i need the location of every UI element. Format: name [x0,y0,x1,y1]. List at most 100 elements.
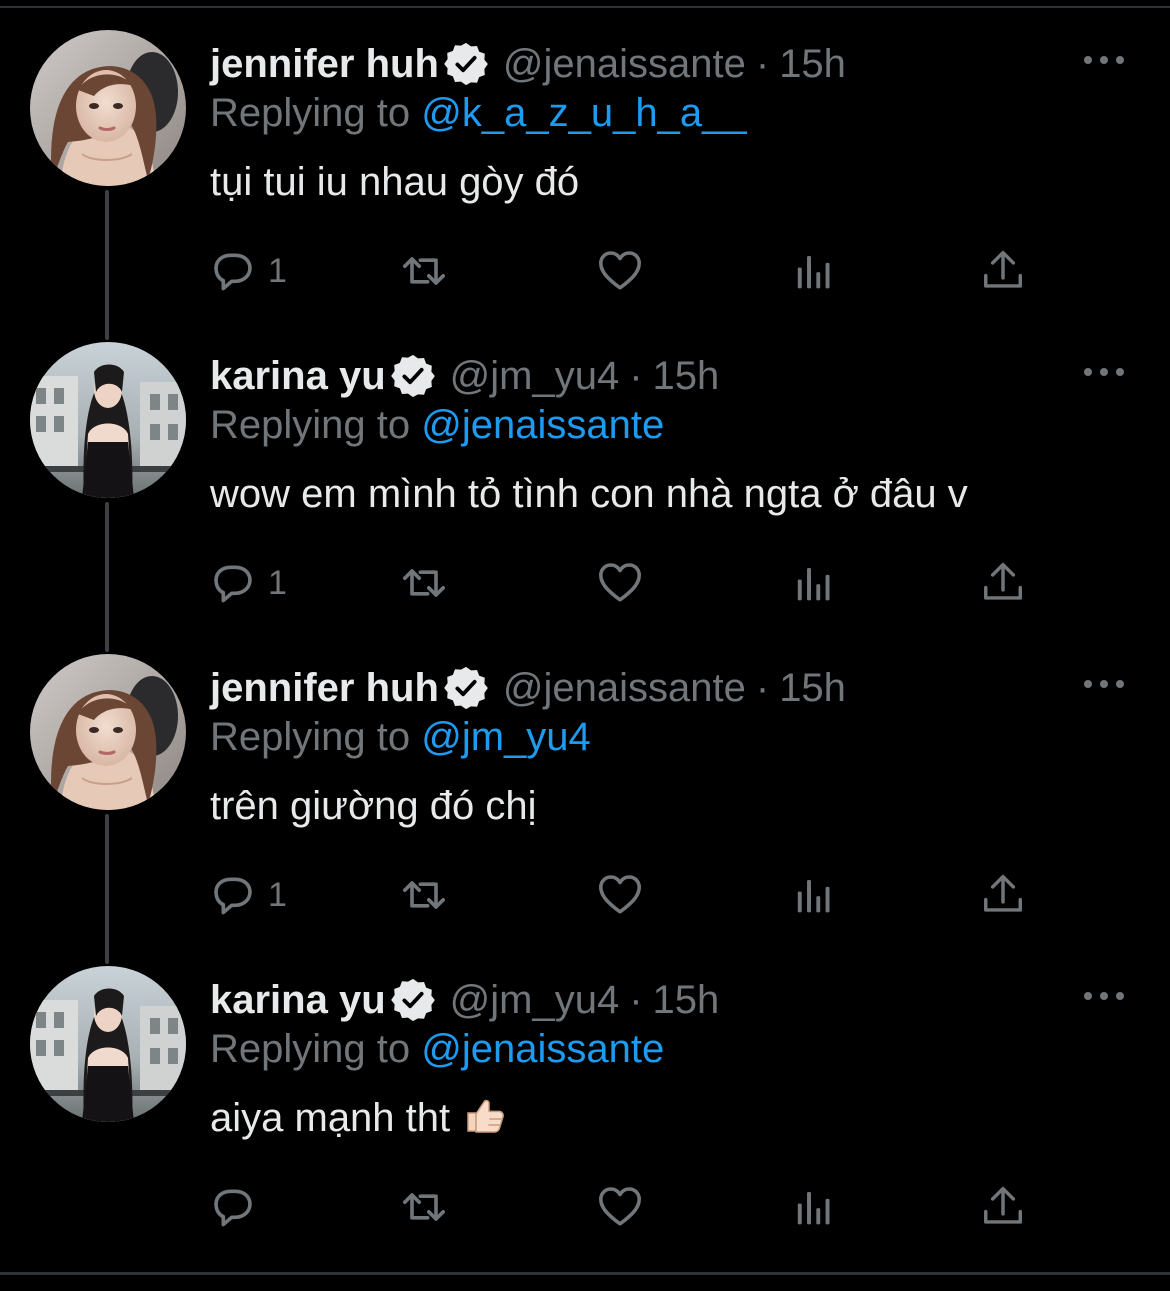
tweet-header: karina yu @jm_yu4 · 15h [210,972,719,1028]
reply-button[interactable]: 1 [210,244,287,298]
retweet-button[interactable] [400,244,448,298]
retweet-button[interactable] [400,556,448,610]
verified-badge-icon [389,977,436,1023]
tweet-actions: 1 [210,868,1040,922]
retweet-icon [402,257,446,285]
reply-count: 1 [268,875,287,914]
replying-to-mention[interactable]: @jenaissante [421,1027,664,1071]
reply-icon [214,253,252,291]
share-button[interactable] [980,556,1026,610]
author-name[interactable]: karina yu [210,348,386,404]
reply-button[interactable]: 1 [210,556,287,610]
verified-badge-icon [442,665,489,711]
reply-count: 1 [268,251,287,290]
tweet-text: aiya mạnh tht [210,1096,451,1140]
bottom-divider [0,1272,1170,1275]
author-handle[interactable]: @jm_yu4 [450,348,620,404]
avatar-jennifer-icon[interactable] [30,654,186,810]
replying-to-mention[interactable]: @jenaissante [421,403,664,447]
share-icon [984,1186,1022,1224]
views-button[interactable] [792,556,836,610]
retweet-button[interactable] [400,868,448,922]
views-button[interactable] [792,868,836,922]
timestamp[interactable]: 15h [653,348,720,404]
avatar-karina-icon[interactable] [30,966,186,1122]
author-name[interactable]: karina yu [210,972,386,1028]
timestamp[interactable]: 15h [779,36,846,92]
timestamp[interactable]: 15h [653,972,720,1028]
retweet-icon [402,881,446,909]
author-handle[interactable]: @jenaissante [503,36,746,92]
share-button[interactable] [980,868,1026,922]
heart-icon [598,251,642,290]
tweet-header: karina yu @jm_yu4 · 15h [210,348,719,404]
views-chart-icon [797,255,830,289]
share-button[interactable] [980,244,1026,298]
views-chart-icon [797,567,830,601]
retweet-icon [402,1193,446,1221]
tweet[interactable]: karina yu @jm_yu4 · 15h Replying to @jen… [0,936,1170,1248]
author-name[interactable]: jennifer huh [210,36,439,92]
tweet-text-container: aiya mạnh tht [210,1090,506,1146]
tweet-actions [210,1180,1040,1234]
like-button[interactable] [596,868,644,922]
author-handle[interactable]: @jm_yu4 [450,972,620,1028]
heart-icon [598,1187,642,1226]
more-options-icon[interactable] [1084,364,1124,380]
replying-to-line: Replying to @jenaissante [210,398,664,452]
tweet[interactable]: jennifer huh @jenaissante · 15h Replying… [0,0,1170,312]
share-icon [984,562,1022,600]
tweet-header: jennifer huh @jenaissante · 15h [210,36,846,92]
avatar-jennifer-icon[interactable] [30,30,186,186]
retweet-button[interactable] [400,1180,448,1234]
reply-icon [214,1189,252,1227]
replying-to-label: Replying to [210,715,411,759]
like-button[interactable] [596,556,644,610]
replying-to-line: Replying to @k_a_z_u_h_a__ [210,86,747,140]
replying-to-label: Replying to [210,403,411,447]
views-chart-icon [797,1191,830,1225]
author-name[interactable]: jennifer huh [210,660,439,716]
views-button[interactable] [792,244,836,298]
share-button[interactable] [980,1180,1026,1234]
tweet-actions: 1 [210,244,1040,298]
separator-dot: · [755,666,770,710]
timestamp[interactable]: 15h [779,660,846,716]
author-handle[interactable]: @jenaissante [503,660,746,716]
verified-badge-icon [389,353,436,399]
reply-icon [214,565,252,603]
replying-to-mention[interactable]: @jm_yu4 [421,715,591,759]
separator-dot: · [629,354,643,398]
separator-dot: · [629,978,643,1022]
tweet[interactable]: karina yu @jm_yu4 · 15h Replying to @jen… [0,312,1170,624]
separator-dot: · [755,42,770,86]
verified-badge-icon [442,41,489,87]
thumbs-up-icon [467,1099,505,1133]
share-icon [984,874,1022,912]
heart-icon [598,875,642,914]
replying-to-label: Replying to [210,91,411,135]
views-button[interactable] [792,1180,836,1234]
avatar-karina-icon[interactable] [30,342,186,498]
replying-to-label: Replying to [210,1027,411,1071]
reply-button[interactable]: 1 [210,868,287,922]
more-options-icon[interactable] [1084,988,1124,1004]
tweet-text: tụi tui iu nhau gòy đó [210,160,580,204]
reply-button[interactable] [210,1180,268,1234]
tweet-text: wow em mình tỏ tình con nhà ngta ở đâu v [210,472,968,516]
more-options-icon[interactable] [1084,676,1124,692]
retweet-icon [402,569,446,597]
share-icon [984,250,1022,288]
replying-to-line: Replying to @jenaissante [210,1022,664,1076]
reply-icon [214,877,252,915]
heart-icon [598,563,642,602]
replying-to-mention[interactable]: @k_a_z_u_h_a__ [421,91,746,135]
like-button[interactable] [596,1180,644,1234]
more-options-icon[interactable] [1084,52,1124,68]
like-button[interactable] [596,244,644,298]
tweet-header: jennifer huh @jenaissante · 15h [210,660,846,716]
replying-to-line: Replying to @jm_yu4 [210,710,591,764]
tweet-actions: 1 [210,556,1040,610]
tweet[interactable]: jennifer huh @jenaissante · 15h Replying… [0,624,1170,936]
views-chart-icon [797,879,830,913]
